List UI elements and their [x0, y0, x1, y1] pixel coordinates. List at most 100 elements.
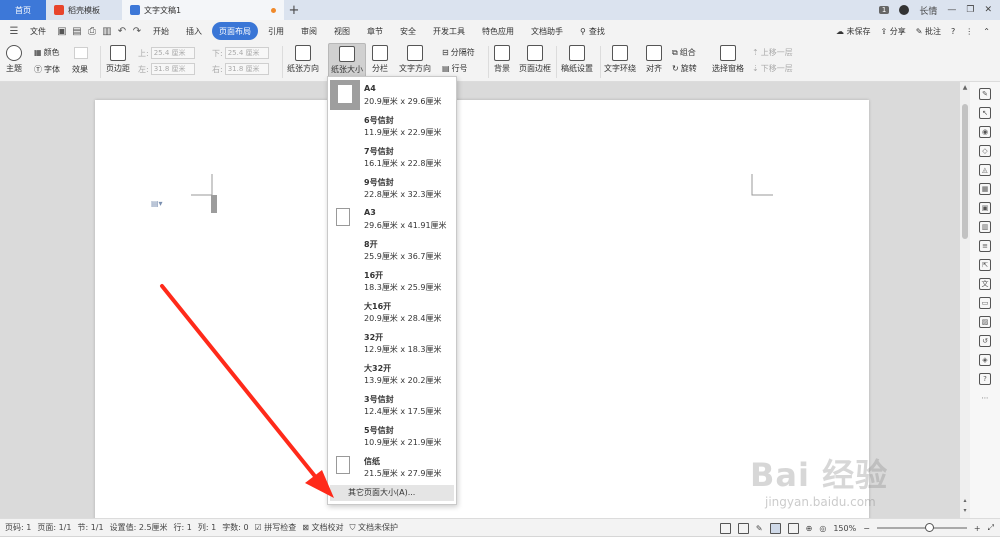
theme-button[interactable]: 主题 — [6, 45, 22, 74]
manuscript-button[interactable]: 稿纸设置 — [561, 45, 593, 74]
pen-icon[interactable]: ✎ — [979, 88, 991, 100]
menu-special-apps[interactable]: 特色应用 — [475, 22, 521, 40]
paper-size-option[interactable]: 7号信封 16.1厘米 x 22.8厘米 — [328, 141, 456, 172]
paste-options-icon[interactable]: ▤▾ — [151, 199, 163, 208]
more-dots-icon[interactable]: ⋯ — [979, 392, 991, 404]
paper-size-option[interactable]: 3号信封 12.4厘米 x 17.5厘米 — [328, 389, 456, 420]
menu-view[interactable]: 视图 — [327, 22, 357, 40]
wrap-button[interactable]: 文字环绕 — [604, 45, 636, 74]
more-icon[interactable]: ⋮ — [965, 27, 973, 36]
archive-icon[interactable]: ▭ — [979, 297, 991, 309]
scroll-page-up-icon[interactable]: ▴ — [960, 497, 970, 504]
pen-mode-icon[interactable]: ✎ — [756, 524, 763, 533]
cloud-unsaved-button[interactable]: ☁ 未保存 — [836, 26, 871, 37]
tab-template[interactable]: 稻壳模板 — [46, 0, 122, 20]
paper-size-option[interactable]: 大32开 13.9厘米 x 20.2厘米 — [328, 358, 456, 389]
zoom-out-icon[interactable]: − — [863, 524, 870, 533]
text-direction-button[interactable]: 文字方向 — [399, 45, 431, 74]
zoom-slider[interactable] — [876, 523, 967, 532]
paper-size-option[interactable]: 16开 18.3厘米 x 25.9厘米 — [328, 265, 456, 296]
menu-references[interactable]: 引用 — [261, 22, 291, 40]
menu-security[interactable]: 安全 — [393, 22, 423, 40]
menu-search[interactable]: ⚲ 查找 — [573, 22, 612, 40]
collapse-ribbon-icon[interactable]: ⌃ — [983, 27, 990, 36]
margin-top-field[interactable]: 25.4 厘米 — [150, 47, 195, 59]
page-border-button[interactable]: 页面边框 — [519, 45, 551, 74]
shapes-icon[interactable]: ◇ — [979, 145, 991, 157]
paper-size-option[interactable]: 5号信封 10.9厘米 x 21.9厘米 — [328, 420, 456, 451]
history-icon[interactable]: ↺ — [979, 335, 991, 347]
effect-button[interactable]: 效果 — [72, 64, 88, 75]
spellcheck-button[interactable]: ☑ 拼写检查 — [255, 522, 297, 533]
bring-forward-button[interactable]: ⇡ 上移一层 — [752, 47, 793, 58]
fit-page-icon[interactable]: ⤢ — [988, 523, 994, 533]
paper-size-option-letter[interactable]: 信纸 21.5厘米 x 27.9厘米 — [328, 451, 456, 482]
send-backward-button[interactable]: ⇣ 下移一层 — [752, 63, 793, 74]
orientation-button[interactable]: 纸张方向 — [287, 45, 319, 74]
export-icon[interactable]: ⇱ — [979, 259, 991, 271]
help-circle-icon[interactable]: ? — [979, 373, 991, 385]
margin-top[interactable]: 上: 25.4 厘米 — [138, 47, 195, 59]
scroll-page-down-icon[interactable]: ▾ — [960, 507, 970, 514]
translate-icon[interactable]: 文 — [979, 278, 991, 290]
zoom-slider-knob[interactable] — [924, 523, 934, 532]
background-button[interactable]: 背景 — [494, 45, 510, 74]
margin-right-field[interactable]: 31.8 厘米 — [224, 63, 269, 75]
paper-size-option[interactable]: 8开 25.9厘米 x 36.7厘米 — [328, 234, 456, 265]
open-icon[interactable]: ▤ — [71, 25, 83, 37]
settings-sliders-icon[interactable]: ≡ — [979, 240, 991, 252]
paper-size-option[interactable]: 大16开 20.9厘米 x 28.4厘米 — [328, 296, 456, 327]
location-icon[interactable]: ◉ — [979, 126, 991, 138]
paper-size-option-a4[interactable]: A4 20.9厘米 x 29.6厘米 — [328, 79, 456, 110]
menu-insert[interactable]: 插入 — [179, 22, 209, 40]
paper-size-option[interactable]: 6号信封 11.9厘米 x 22.9厘米 — [328, 110, 456, 141]
menu-file[interactable]: 文件 — [23, 22, 53, 40]
hamburger-menu-icon[interactable]: ☰ — [8, 25, 20, 37]
zoom-in-icon[interactable]: + — [974, 524, 981, 533]
menu-dev-tools[interactable]: 开发工具 — [426, 22, 472, 40]
margin-bottom[interactable]: 下: 25.4 厘米 — [212, 47, 269, 59]
columns-button[interactable]: 分栏 — [372, 45, 388, 74]
restore-icon[interactable]: ❐ — [966, 5, 974, 15]
user-name[interactable]: 长情 — [919, 4, 937, 17]
minimize-icon[interactable]: — — [947, 5, 956, 15]
image-icon[interactable]: ▨ — [979, 316, 991, 328]
margin-left-field[interactable]: 31.8 厘米 — [150, 63, 195, 75]
badge-count[interactable]: 1 — [878, 6, 890, 14]
menu-review[interactable]: 审阅 — [294, 22, 324, 40]
menu-page-layout[interactable]: 页面布局 — [212, 22, 258, 40]
redo-icon[interactable]: ↷ — [131, 25, 143, 37]
effect-swatch[interactable] — [74, 47, 88, 59]
chart-icon[interactable]: ▥ — [979, 221, 991, 233]
eye-protect-icon[interactable]: ◎ — [819, 524, 826, 533]
apps-grid-icon[interactable]: ▣ — [979, 202, 991, 214]
web-view-icon[interactable]: ⊕ — [806, 524, 813, 533]
group-button[interactable]: ⧉ 组合 — [672, 47, 696, 58]
paper-size-option[interactable]: 32开 12.9厘米 x 18.3厘米 — [328, 327, 456, 358]
tab-home[interactable]: 首页 — [0, 0, 46, 20]
reading-layout-icon[interactable] — [737, 522, 749, 534]
other-page-size-button[interactable]: 其它页面大小(A)... — [330, 485, 454, 501]
menu-start[interactable]: 开始 — [146, 22, 176, 40]
rotate-button[interactable]: ↻ 旋转 — [672, 63, 697, 74]
margins-button[interactable]: 页边距 — [106, 45, 130, 74]
margin-left[interactable]: 左: 31.8 厘米 — [138, 63, 195, 75]
print-icon[interactable]: ⎙ — [86, 25, 98, 37]
comment-button[interactable]: ✎ 批注 — [916, 26, 941, 37]
pointer-icon[interactable]: ↖ — [979, 107, 991, 119]
status-words[interactable]: 字数: 0 — [222, 522, 248, 533]
preview-icon[interactable]: ▥ — [101, 25, 113, 37]
break-button[interactable]: ⊟ 分隔符 — [442, 47, 475, 58]
scroll-up-icon[interactable]: ▲ — [960, 84, 970, 91]
page-view-icon[interactable] — [769, 522, 781, 534]
table-icon[interactable]: ▦ — [979, 183, 991, 195]
outline-view-icon[interactable] — [787, 522, 799, 534]
menu-doc-assistant[interactable]: 文档助手 — [524, 22, 570, 40]
align-button[interactable]: 对齐 — [646, 45, 662, 74]
tab-document[interactable]: 文字文稿1 — [122, 0, 284, 20]
help-icon[interactable]: ? — [951, 27, 955, 36]
menu-chapter[interactable]: 章节 — [360, 22, 390, 40]
margin-right[interactable]: 右: 31.8 厘米 — [212, 63, 269, 75]
line-numbers-button[interactable]: ▤ 行号 — [442, 63, 468, 74]
avatar[interactable] — [899, 5, 910, 15]
